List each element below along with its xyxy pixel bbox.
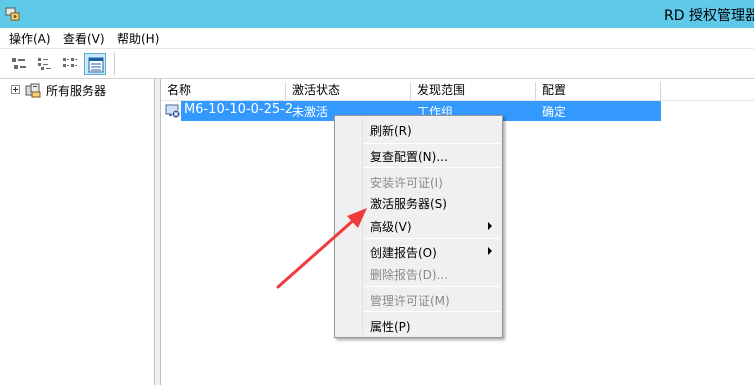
- toolbar: [0, 48, 754, 79]
- cell-configuration: 确定: [542, 105, 567, 119]
- tree-pane: [0, 79, 155, 385]
- menu-separator: [364, 167, 500, 168]
- menu-separator: [364, 286, 500, 287]
- window-title: RD 授权管理器: [664, 8, 754, 24]
- menu-item-advanced[interactable]: 高级(V): [370, 218, 412, 235]
- list-view-icon: [63, 58, 77, 67]
- menu-item-activate-server[interactable]: 激活服务器(S): [370, 195, 447, 212]
- small-icons-view-button[interactable]: [33, 53, 55, 75]
- submenu-arrow-icon: [488, 247, 492, 255]
- tree-item-all-servers[interactable]: 所有服务器: [46, 82, 106, 99]
- menu-item-install-licenses[interactable]: 安装许可证(I): [370, 174, 443, 191]
- context-menu-gutter: [362, 118, 363, 335]
- menu-help[interactable]: 帮助(H): [117, 30, 159, 47]
- menu-item-manage-licenses[interactable]: 管理许可证(M): [370, 292, 450, 309]
- menu-separator: [364, 143, 500, 144]
- menu-view[interactable]: 查看(V): [63, 30, 105, 47]
- column-header-discovery-scope[interactable]: 发现范围: [411, 82, 536, 101]
- large-icons-view-button[interactable]: [8, 53, 30, 75]
- app-icon[interactable]: [5, 6, 21, 22]
- list-view-button[interactable]: [59, 53, 81, 75]
- menu-item-properties[interactable]: 属性(P): [370, 318, 411, 335]
- large-icons-view-icon: [12, 58, 26, 69]
- column-header-name[interactable]: 名称: [161, 82, 286, 101]
- submenu-arrow-icon: [488, 222, 492, 230]
- menu-item-refresh[interactable]: 刷新(R): [370, 122, 412, 139]
- server-error-icon: [165, 103, 181, 119]
- servers-folder-icon: [25, 82, 41, 98]
- cell-server-name[interactable]: M6-10-10-0-25-2: [184, 102, 293, 117]
- context-menu: 刷新(R) 复查配置(N)... 安装许可证(I) 激活服务器(S) 高级(V)…: [334, 115, 503, 338]
- column-header-configuration[interactable]: 配置: [536, 82, 661, 101]
- cell-activation-status: 未激活: [292, 105, 329, 119]
- column-header-activation-status[interactable]: 激活状态: [286, 82, 411, 101]
- menu-item-review-configuration[interactable]: 复查配置(N)...: [370, 148, 448, 165]
- menu-action[interactable]: 操作(A): [9, 30, 51, 47]
- menu-item-create-report[interactable]: 创建报告(O): [370, 244, 437, 261]
- menu-separator: [364, 238, 500, 239]
- menu-bar: 操作(A) 查看(V) 帮助(H): [0, 28, 754, 48]
- menu-item-delete-reports[interactable]: 删除报告(D)...: [370, 266, 448, 283]
- expand-icon[interactable]: [11, 85, 20, 94]
- details-view-button[interactable]: [84, 53, 106, 75]
- menu-separator: [364, 311, 500, 312]
- toolbar-separator: [114, 53, 115, 75]
- details-view-icon: [88, 57, 104, 73]
- title-bar[interactable]: RD 授权管理器: [0, 0, 754, 28]
- small-icons-view-icon: [38, 58, 51, 70]
